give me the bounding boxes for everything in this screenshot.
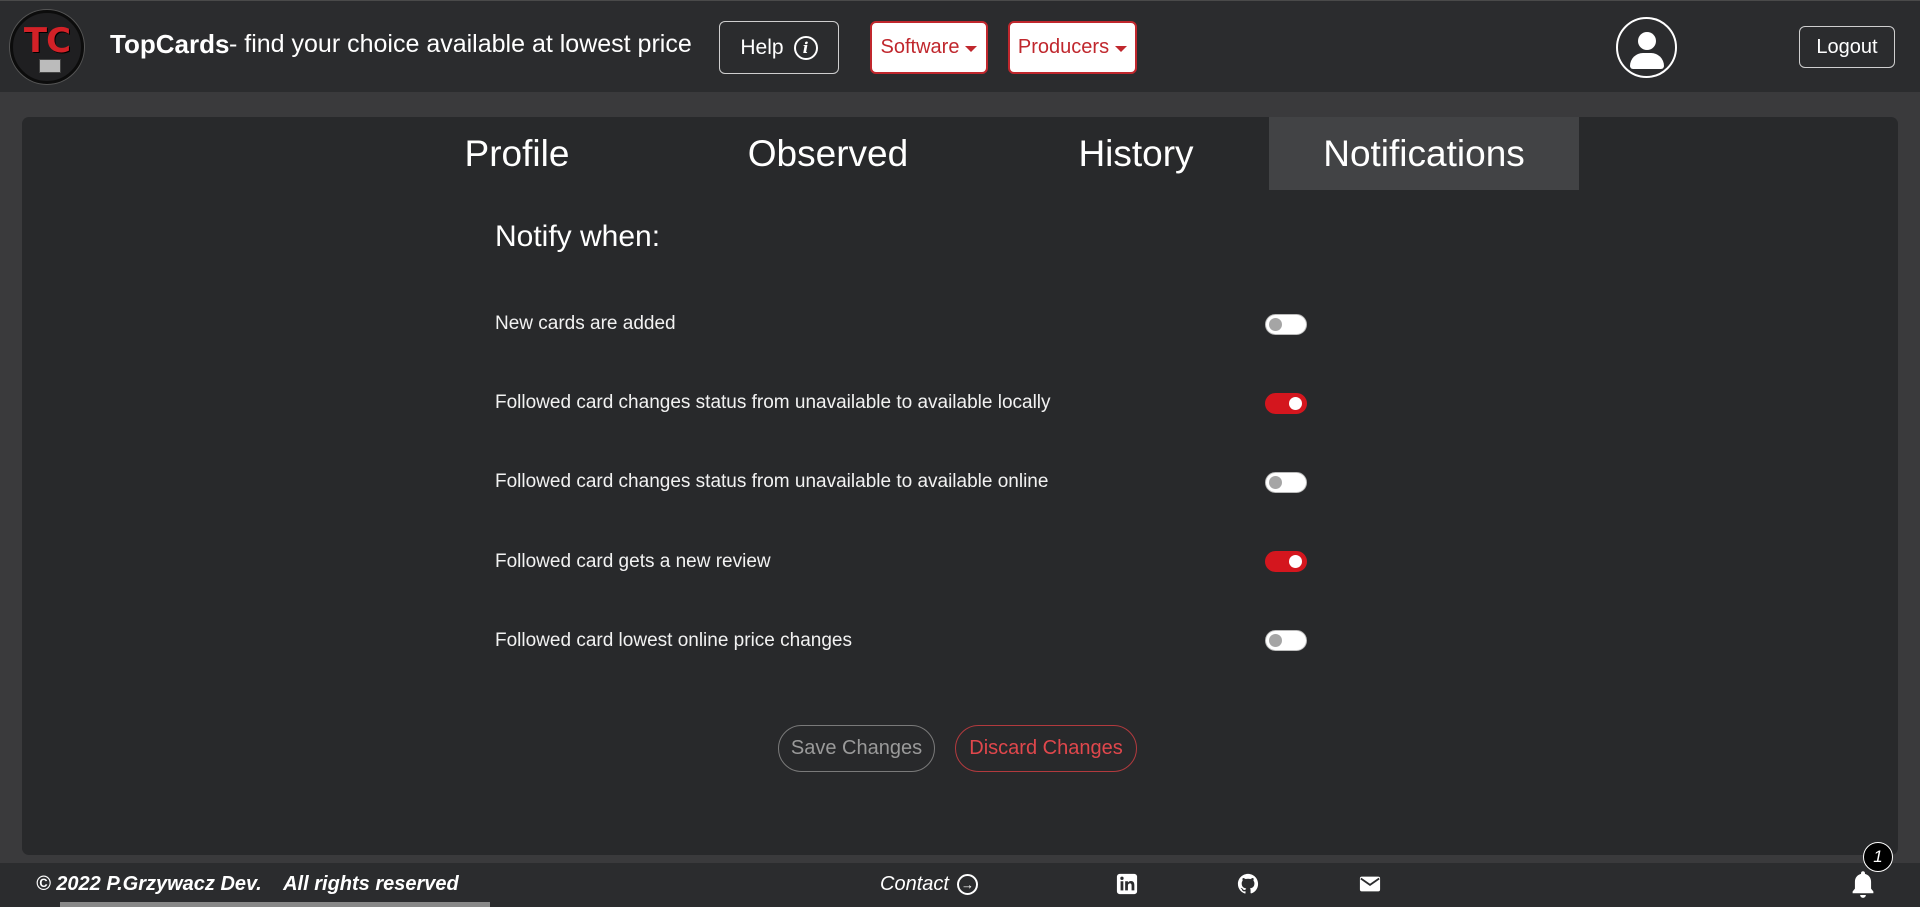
user-icon-head: [1638, 32, 1656, 50]
option-label-new-review: Followed card gets a new review: [495, 551, 771, 572]
toggle-available-locally[interactable]: [1265, 393, 1307, 414]
tab-notifications[interactable]: Notifications: [1269, 117, 1579, 190]
footer: © 2022 P.Grzywacz Dev. All rights reserv…: [0, 863, 1920, 907]
user-avatar-button[interactable]: [1616, 17, 1677, 78]
user-icon-body: [1630, 53, 1664, 69]
toggle-knob: [1289, 397, 1302, 410]
software-dropdown[interactable]: Software: [870, 21, 988, 74]
option-label-price-changes: Followed card lowest online price change…: [495, 630, 852, 651]
software-label: Software: [880, 36, 960, 58]
contact-link[interactable]: Contact →: [880, 873, 978, 896]
toggle-knob: [1269, 476, 1282, 489]
toggle-price-changes[interactable]: [1265, 630, 1307, 651]
mail-icon[interactable]: [1359, 873, 1381, 895]
toggle-new-cards[interactable]: [1265, 314, 1307, 335]
settings-panel: Profile Observed History Notifications N…: [22, 117, 1898, 855]
linkedin-icon[interactable]: [1116, 873, 1138, 895]
toggle-available-online[interactable]: [1265, 472, 1307, 493]
top-navbar: TC TopCards - find your choice available…: [0, 0, 1920, 92]
toggle-new-review[interactable]: [1265, 551, 1307, 572]
toggle-knob: [1269, 318, 1282, 331]
brand-tagline: - find your choice available at lowest p…: [229, 30, 692, 58]
caret-down-icon: [1115, 45, 1128, 52]
tab-history[interactable]: History: [1025, 117, 1247, 190]
info-icon: i: [793, 35, 818, 60]
tab-profile[interactable]: Profile: [402, 117, 632, 190]
save-changes-button[interactable]: Save Changes: [778, 725, 935, 772]
caret-down-icon: [965, 45, 978, 52]
logo-text: TC: [23, 21, 71, 61]
brand-name[interactable]: TopCards: [110, 29, 229, 60]
tab-observed[interactable]: Observed: [710, 117, 946, 190]
option-label-new-cards: New cards are added: [495, 313, 676, 334]
option-label-available-online: Followed card changes status from unavai…: [495, 471, 1049, 492]
help-label: Help: [740, 35, 784, 59]
logo-card-icon: [39, 59, 61, 73]
horizontal-scrollbar-thumb[interactable]: [60, 902, 490, 907]
toggle-knob: [1269, 634, 1282, 647]
option-label-available-locally: Followed card changes status from unavai…: [495, 392, 1051, 413]
notify-heading: Notify when:: [495, 220, 661, 253]
github-icon[interactable]: [1237, 873, 1259, 895]
producers-label: Producers: [1017, 36, 1110, 58]
arrow-right-circle-icon: →: [956, 874, 978, 895]
help-button[interactable]: Help i: [719, 21, 839, 74]
copyright-text: © 2022 P.Grzywacz Dev. All rights reserv…: [36, 873, 459, 895]
discard-changes-button[interactable]: Discard Changes: [955, 725, 1137, 772]
bell-icon[interactable]: [1849, 869, 1877, 899]
toggle-knob: [1289, 555, 1302, 568]
producers-dropdown[interactable]: Producers: [1008, 21, 1137, 74]
topcards-logo[interactable]: TC: [10, 10, 84, 84]
logout-button[interactable]: Logout: [1799, 26, 1895, 68]
contact-label: Contact: [880, 873, 949, 895]
notification-count-badge: 1: [1863, 842, 1893, 872]
